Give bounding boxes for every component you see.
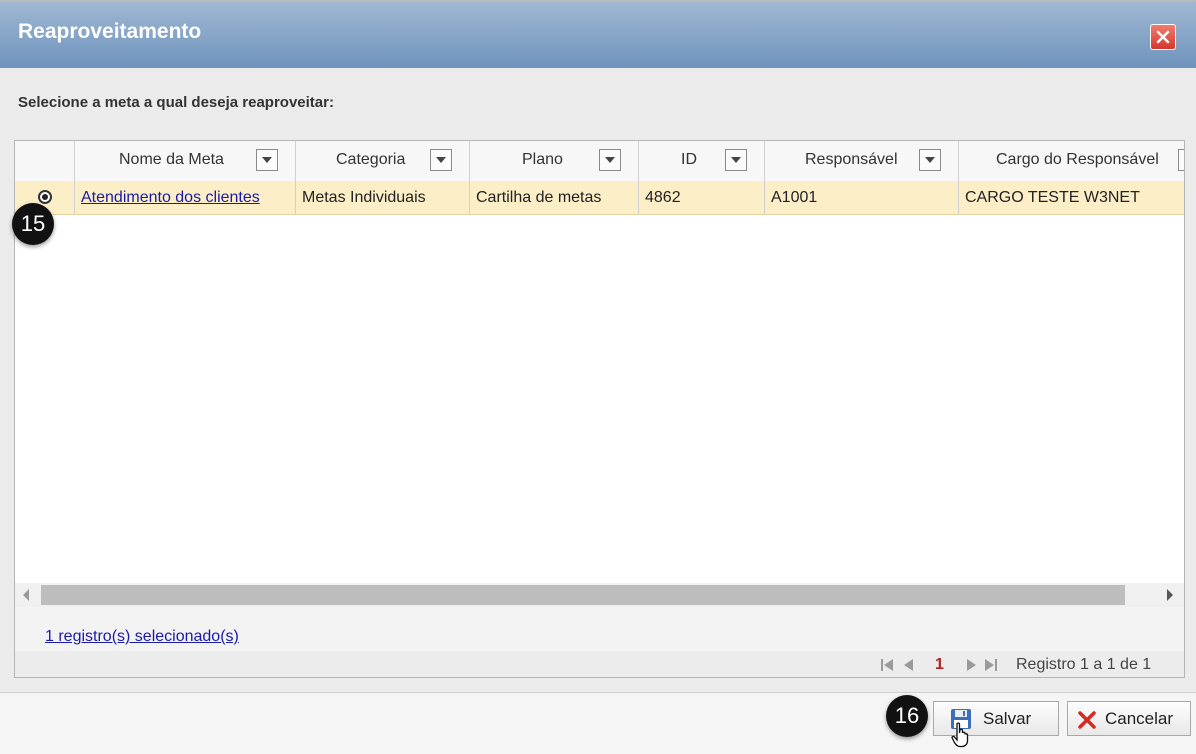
cell-plano: Cartilha de metas	[470, 181, 639, 214]
header-id[interactable]: ID	[639, 141, 765, 181]
cell-responsavel: A1001	[765, 181, 959, 214]
dialog-title: Reaproveitamento	[18, 20, 202, 43]
header-label: Plano	[522, 151, 563, 168]
grid-header-row: Nome da Meta Categoria Plano ID Responsá…	[15, 141, 1184, 182]
cell-id: 4862	[639, 181, 765, 214]
cell-cargo: CARGO TESTE W3NET	[965, 189, 1140, 206]
cancel-x-icon	[1078, 711, 1096, 729]
pager-info: Registro 1 a 1 de 1	[1016, 656, 1152, 673]
scroll-right-icon[interactable]	[1167, 589, 1173, 601]
header-nome-da-meta[interactable]: Nome da Meta	[75, 141, 296, 181]
step-badge-15: 15	[12, 203, 54, 245]
filter-dropdown-icon[interactable]	[430, 149, 452, 171]
meta-link[interactable]: Atendimento dos clientes	[81, 189, 260, 206]
header-label: Responsável	[805, 151, 898, 168]
last-page-icon[interactable]	[985, 659, 997, 671]
table-row[interactable]: Atendimento dos clientes Metas Individua…	[15, 181, 1184, 215]
row-select-radio[interactable]	[38, 190, 52, 204]
hand-cursor-icon	[951, 722, 969, 748]
dialog-body: Selecione a meta a qual deseja reaprovei…	[0, 68, 1196, 692]
header-select-column	[15, 141, 75, 181]
header-categoria[interactable]: Categoria	[296, 141, 470, 181]
close-icon	[1156, 30, 1170, 44]
filter-dropdown-icon[interactable]	[1178, 149, 1184, 171]
save-button[interactable]: Salvar	[933, 701, 1059, 748]
next-page-icon[interactable]	[965, 659, 977, 671]
instruction-text: Selecione a meta a qual deseja reaprovei…	[18, 94, 334, 111]
header-label: Nome da Meta	[119, 151, 224, 168]
header-responsavel[interactable]: Responsável	[765, 141, 959, 181]
selected-records-link[interactable]: 1 registro(s) selecionado(s)	[45, 628, 239, 646]
dialog-titlebar: Reaproveitamento	[0, 0, 1196, 68]
filter-dropdown-icon[interactable]	[919, 149, 941, 171]
filter-dropdown-icon[interactable]	[725, 149, 747, 171]
pager: 1 Registro 1 a 1 de 1	[15, 651, 1184, 677]
header-label: ID	[681, 151, 697, 168]
header-label: Categoria	[336, 151, 406, 168]
horizontal-scrollbar[interactable]	[15, 583, 1184, 607]
metas-grid: Nome da Meta Categoria Plano ID Responsá…	[14, 140, 1185, 678]
prev-page-icon[interactable]	[903, 659, 915, 671]
cancel-label: Cancelar	[1105, 709, 1174, 728]
selection-footer: 1 registro(s) selecionado(s)	[15, 607, 1184, 652]
scroll-left-icon[interactable]	[23, 589, 29, 601]
header-plano[interactable]: Plano	[470, 141, 639, 181]
filter-dropdown-icon[interactable]	[599, 149, 621, 171]
save-label: Salvar	[983, 709, 1032, 728]
first-page-icon[interactable]	[881, 659, 893, 671]
reaproveitamento-dialog: Reaproveitamento Selecione a meta a qual…	[0, 0, 1196, 754]
cancel-button[interactable]: Cancelar	[1067, 701, 1191, 736]
cell-categoria: Metas Individuais	[296, 181, 470, 214]
header-cargo-do-responsavel[interactable]: Cargo do Responsável	[959, 141, 1184, 181]
filter-dropdown-icon[interactable]	[256, 149, 278, 171]
step-badge-16: 16	[886, 695, 928, 737]
close-button[interactable]	[1150, 24, 1176, 50]
dialog-button-bar: 16 Salvar Cancelar	[0, 692, 1196, 754]
cell-nome-da-meta: Atendimento dos clientes	[75, 181, 296, 214]
scrollbar-thumb[interactable]	[41, 585, 1125, 605]
header-label: Cargo do Responsável	[996, 151, 1159, 168]
current-page-number[interactable]: 1	[935, 656, 944, 674]
